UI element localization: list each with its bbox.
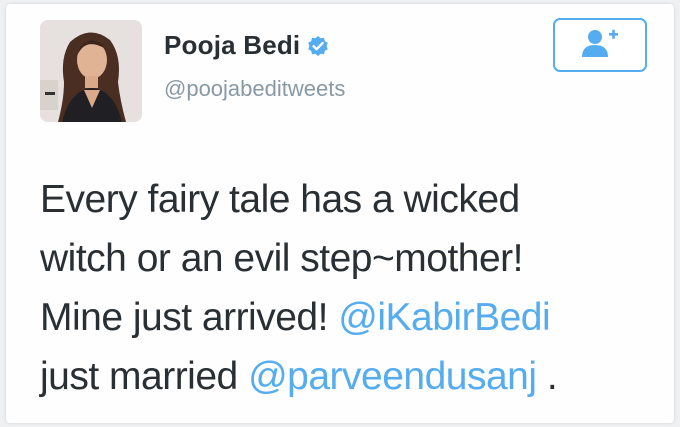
tweet-card: Pooja Bedi @poojabeditweets Every fairy … xyxy=(6,4,674,423)
avatar-photo xyxy=(40,20,142,122)
tweet-text-fragment: Mine just arrived! xyxy=(40,296,339,339)
tweet-line: just married @parveendusanj . xyxy=(40,347,660,406)
avatar[interactable] xyxy=(40,20,142,122)
mention-link[interactable]: @iKabirBedi xyxy=(338,296,550,339)
tweet-line: witch or an evil step~mother! xyxy=(40,237,523,280)
follow-person-plus-icon xyxy=(580,27,620,64)
mention-link[interactable]: @parveendusanj xyxy=(248,355,537,398)
user-handle[interactable]: @poojabeditweets xyxy=(164,76,345,102)
tweet-text-fragment: . xyxy=(536,355,558,398)
tweet-line: Mine just arrived! @iKabirBedi xyxy=(40,288,660,347)
name-row: Pooja Bedi xyxy=(164,30,329,61)
tweet-line: Every fairy tale has a wicked xyxy=(40,178,520,221)
display-name[interactable]: Pooja Bedi xyxy=(164,30,300,61)
tweet-text: Every fairy tale has a wicked witch or a… xyxy=(40,170,660,406)
verified-badge-icon xyxy=(307,35,329,57)
tweet-text-fragment: just married xyxy=(40,355,249,398)
follow-button[interactable] xyxy=(553,18,647,72)
